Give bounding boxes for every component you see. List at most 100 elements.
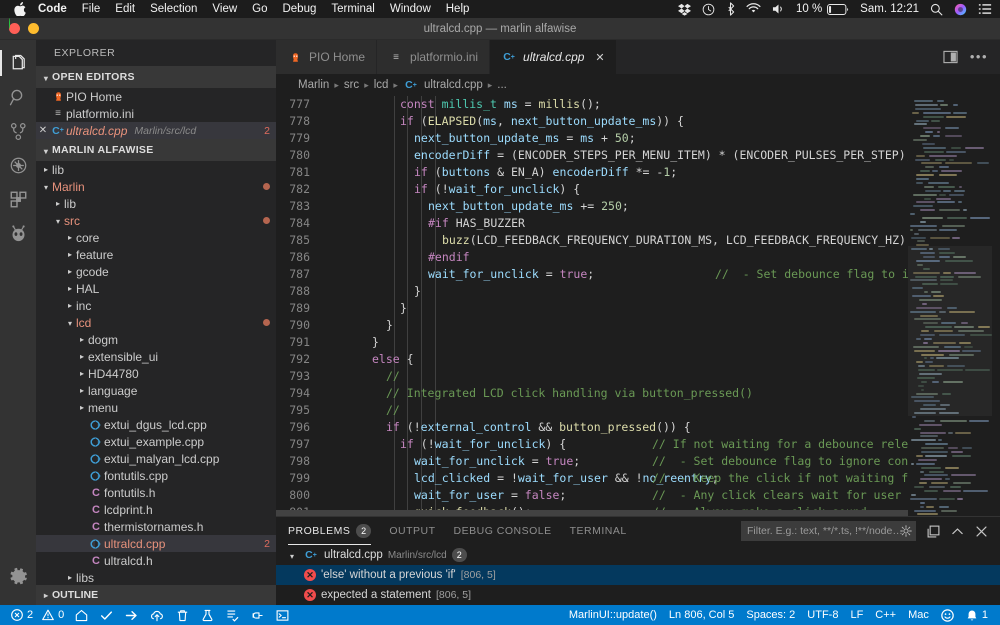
activity-item-source-control[interactable] xyxy=(0,114,36,148)
code-line-779[interactable]: 779 next_button_update_ms = ms + 50; xyxy=(276,130,908,147)
menu-edit[interactable]: Edit xyxy=(115,3,135,15)
notification-center-icon[interactable] xyxy=(978,3,992,15)
problem-row-1[interactable]: ✕ expected a statement [806, 5] xyxy=(276,585,1000,605)
code-line-800[interactable]: 800 wait_for_user = false; // - Any click … xyxy=(276,487,908,504)
code-line-781[interactable]: 781 if (buttons & EN_A) encoderDiff *= -1… xyxy=(276,164,908,181)
tab-pio-home[interactable]: PIO Home xyxy=(276,40,378,74)
code-line-795[interactable]: 795 // xyxy=(276,402,908,419)
tree-item-thermistornames-h[interactable]: Cthermistornames.h xyxy=(36,518,276,535)
code-line-791[interactable]: 791} xyxy=(276,334,908,351)
status-eol[interactable]: LF xyxy=(844,605,869,625)
tree-item-ultralcd-h[interactable]: Cultralcd.h xyxy=(36,552,276,569)
minimap[interactable] xyxy=(908,96,1000,516)
activity-item-settings[interactable] xyxy=(0,559,36,593)
horizontal-scrollbar[interactable] xyxy=(276,510,908,516)
ellipsis-icon[interactable]: ••• xyxy=(970,50,988,63)
close-icon[interactable]: ✕ xyxy=(36,125,50,136)
code-line-788[interactable]: 788} xyxy=(276,283,908,300)
status-pio-tasks[interactable] xyxy=(220,605,245,625)
tree-item-lib[interactable]: ▸ lib xyxy=(36,195,276,212)
code-line-785[interactable]: 785 buzz(LCD_FEEDBACK_FREQUENCY_DURATION_… xyxy=(276,232,908,249)
status-pio-serial-monitor[interactable] xyxy=(245,605,270,625)
code-lines-viewport[interactable]: 777 const millis_t ms = millis(); 778 if (E… xyxy=(276,96,908,516)
code-line-799[interactable]: 799 lcd_clicked = !wait_for_user && !no_r… xyxy=(276,470,908,487)
breadcrumb-item-2[interactable]: lcd xyxy=(374,79,389,91)
tree-item-gcode[interactable]: ▸ gcode xyxy=(36,263,276,280)
panel-tab-output[interactable]: OUTPUT xyxy=(389,517,435,545)
tree-item-src[interactable]: ▾ src xyxy=(36,212,276,229)
table-icon[interactable] xyxy=(927,525,940,538)
tab-platformio-ini[interactable]: ≡ platformio.ini xyxy=(377,40,491,74)
status-pio-home[interactable] xyxy=(69,605,94,625)
filter-settings-icon[interactable] xyxy=(900,525,912,537)
panel-tab-problems[interactable]: PROBLEMS 2 xyxy=(288,517,372,545)
tree-item-inc[interactable]: ▸ inc xyxy=(36,297,276,314)
activity-item-extensions[interactable] xyxy=(0,182,36,216)
volume-icon[interactable] xyxy=(772,3,785,15)
problems-filter-input[interactable]: Filter. E.g.: text, **/*.ts, !**/node… xyxy=(741,521,916,541)
menu-terminal[interactable]: Terminal xyxy=(331,3,374,15)
status-feedback[interactable] xyxy=(935,605,960,625)
section-outline[interactable]: ▸ OUTLINE xyxy=(36,585,276,605)
status-notifications[interactable]: 1 xyxy=(960,605,994,625)
code-line-787[interactable]: 787 wait_for_unclick = true; // - Set debo… xyxy=(276,266,908,283)
status-pio-upload-ota[interactable] xyxy=(144,605,170,625)
tab-ultralcd-cpp[interactable]: C + ultralcd.cpp ✕ xyxy=(490,40,617,74)
activity-item-platformio[interactable] xyxy=(0,216,36,250)
menu-file[interactable]: File xyxy=(82,3,101,15)
close-icon[interactable] xyxy=(975,525,988,538)
code-line-780[interactable]: 780 encoderDiff = (ENCODER_STEPS_PER_MENU… xyxy=(276,147,908,164)
menu-window[interactable]: Window xyxy=(390,3,431,15)
status-pio-test[interactable] xyxy=(195,605,220,625)
code-line-783[interactable]: 783 next_button_update_ms += 250; xyxy=(276,198,908,215)
code-line-793[interactable]: 793 // xyxy=(276,368,908,385)
status-cursor-position[interactable]: Ln 806, Col 5 xyxy=(663,605,740,625)
open-editor-ultralcd-cpp[interactable]: ✕ C + ultralcd.cpp Marlin/src/lcd 2 xyxy=(36,122,276,139)
tree-item-hal[interactable]: ▸ HAL xyxy=(36,280,276,297)
activity-item-explorer[interactable] xyxy=(0,46,36,80)
breadcrumb-item-1[interactable]: src xyxy=(344,79,359,91)
code-line-778[interactable]: 778 if (ELAPSED(ms, next_button_update_ms… xyxy=(276,113,908,130)
menu-code[interactable]: Code xyxy=(38,3,67,15)
status-pio-terminal[interactable] xyxy=(270,605,295,625)
status-pio-clean[interactable] xyxy=(170,605,195,625)
minimize-window-button[interactable] xyxy=(28,23,39,34)
menu-help[interactable]: Help xyxy=(446,3,470,15)
code-line-796[interactable]: 796 if (!external_control && button_press… xyxy=(276,419,908,436)
code-line-790[interactable]: 790} xyxy=(276,317,908,334)
code-line-777[interactable]: 777 const millis_t ms = millis(); xyxy=(276,96,908,113)
code-line-794[interactable]: 794 // Integrated LCD click handling via … xyxy=(276,385,908,402)
section-open-editors[interactable]: ▾ OPEN EDITORS xyxy=(36,66,276,88)
activity-item-search[interactable] xyxy=(0,80,36,114)
code-editor[interactable]: 777 const millis_t ms = millis(); 778 if (E… xyxy=(276,96,1000,516)
menu-debug[interactable]: Debug xyxy=(282,3,316,15)
menu-view[interactable]: View xyxy=(212,3,237,15)
code-line-789[interactable]: 789} xyxy=(276,300,908,317)
status-language-mode[interactable]: C++ xyxy=(869,605,902,625)
code-line-786[interactable]: 786 #endif xyxy=(276,249,908,266)
code-line-798[interactable]: 798 wait_for_unclick = true; // - Set debo… xyxy=(276,453,908,470)
code-line-784[interactable]: 784 #if HAS_BUZZER xyxy=(276,215,908,232)
activity-item-run-debug[interactable] xyxy=(0,148,36,182)
menu-selection[interactable]: Selection xyxy=(150,3,197,15)
tree-item-extui-example-cpp[interactable]: extui_example.cpp xyxy=(36,433,276,450)
status-encoding[interactable]: UTF-8 xyxy=(801,605,844,625)
code-line-797[interactable]: 797 if (!wait_for_unclick) {// If not wai… xyxy=(276,436,908,453)
maximize-window-button[interactable] xyxy=(9,18,10,29)
tree-item-extui-dgus-lcd-cpp[interactable]: extui_dgus_lcd.cpp xyxy=(36,416,276,433)
panel-tab-debug-console[interactable]: DEBUG CONSOLE xyxy=(454,517,552,545)
breadcrumb-item-3[interactable]: ultralcd.cpp xyxy=(424,79,483,91)
status-indentation[interactable]: Spaces: 2 xyxy=(740,605,801,625)
code-line-782[interactable]: 782 if (!wait_for_unclick) { xyxy=(276,181,908,198)
status-pio-build[interactable] xyxy=(94,605,119,625)
menu-go[interactable]: Go xyxy=(252,3,267,15)
status-platform[interactable]: Mac xyxy=(902,605,935,625)
tree-item-marlin[interactable]: ▾ Marlin xyxy=(36,178,276,195)
open-editor-platformio-ini[interactable]: ≡ platformio.ini xyxy=(36,105,276,122)
status-problems[interactable]: 2 0 xyxy=(6,605,69,625)
tree-item-language[interactable]: ▸ language xyxy=(36,382,276,399)
wifi-icon[interactable] xyxy=(746,3,761,15)
apple-menu-icon[interactable] xyxy=(14,2,26,16)
breadcrumb-item-0[interactable]: Marlin xyxy=(298,79,329,91)
tree-item-feature[interactable]: ▸ feature xyxy=(36,246,276,263)
